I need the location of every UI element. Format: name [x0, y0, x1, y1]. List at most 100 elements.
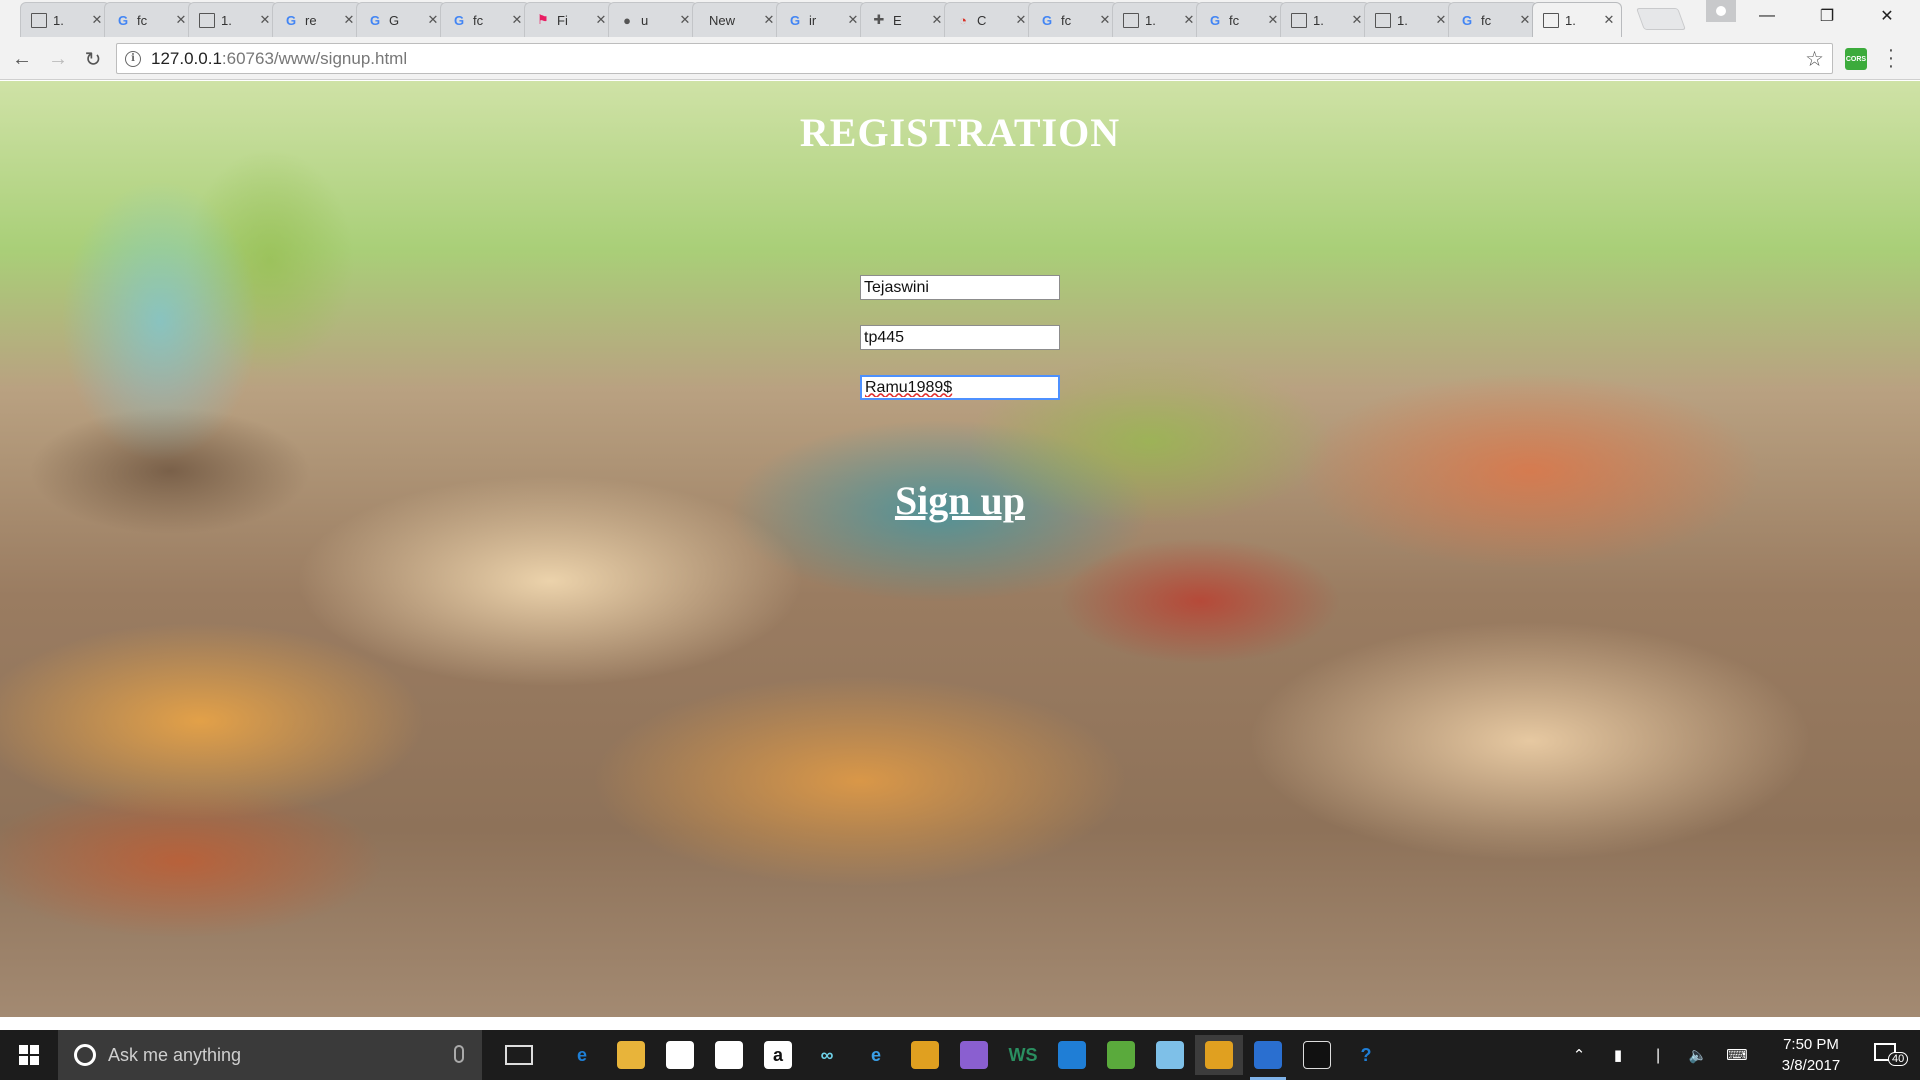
browser-tab[interactable]: 1. ✕ [188, 2, 278, 37]
tab-label: 1. [1397, 12, 1408, 28]
bookmark-star-icon[interactable]: ☆ [1805, 47, 1824, 72]
reload-icon[interactable]: ↻ [79, 45, 107, 73]
tab-close-icon[interactable]: ✕ [1351, 12, 1363, 28]
webstorm-icon[interactable]: WS [999, 1035, 1047, 1075]
username-input[interactable] [860, 325, 1060, 350]
signup-link[interactable]: Sign up [0, 477, 1920, 524]
battery-icon[interactable]: ▮ [1604, 1030, 1632, 1080]
tab-close-icon[interactable]: ✕ [427, 12, 439, 28]
tab-close-icon[interactable]: ✕ [931, 12, 943, 28]
chrome-active-icon[interactable] [1195, 1035, 1243, 1075]
app-active-icon[interactable] [1244, 1035, 1292, 1080]
tab-close-icon[interactable]: ✕ [1519, 12, 1531, 28]
tab-close-icon[interactable]: ✕ [91, 12, 103, 28]
browser-tab[interactable]: 1. ✕ [1280, 2, 1370, 37]
action-center-icon[interactable]: 40 [1868, 1040, 1909, 1070]
new-tab-button[interactable] [1635, 8, 1687, 30]
minimize-button[interactable]: — [1744, 0, 1790, 32]
browser-tab[interactable]: Gfc ✕ [1028, 2, 1118, 37]
store-icon[interactable] [656, 1035, 704, 1075]
tab-close-icon[interactable]: ✕ [511, 12, 523, 28]
browser-tab[interactable]: 1. ✕ [1364, 2, 1454, 37]
tab-close-icon[interactable]: ✕ [847, 12, 859, 28]
internet-explorer-icon[interactable]: e [852, 1035, 900, 1075]
doc-icon [1123, 12, 1139, 28]
tab-close-icon[interactable]: ✕ [1183, 12, 1195, 28]
browser-tab[interactable]: ◔ C ✕ [944, 2, 1034, 37]
wifi-icon[interactable]: ❘ [1644, 1030, 1672, 1080]
keyboard-icon[interactable]: ⌨ [1722, 1030, 1752, 1080]
profile-icon[interactable] [1706, 0, 1736, 22]
browser-tab[interactable]: New ✕ [692, 2, 782, 37]
google-icon: G [1461, 12, 1473, 28]
url-text[interactable]: 127.0.0.1:60763/www/signup.html [151, 49, 407, 69]
tab-label: New [709, 12, 736, 28]
tab-close-icon[interactable]: ✕ [343, 12, 355, 28]
google-icon: G [1041, 12, 1053, 28]
microphone-icon[interactable] [454, 1045, 464, 1063]
github-desktop-icon[interactable] [950, 1035, 998, 1075]
infinity-icon[interactable]: ∞ [803, 1035, 851, 1075]
tab-close-icon[interactable]: ✕ [175, 12, 187, 28]
tab-label: 1. [1313, 12, 1324, 28]
edge-icon[interactable]: e [558, 1035, 606, 1075]
tab-close-icon[interactable]: ✕ [763, 12, 775, 28]
amazon-icon[interactable]: a [754, 1035, 802, 1075]
cortana-search-box[interactable]: Ask me anything [58, 1030, 482, 1080]
address-bar[interactable]: i 127.0.0.1:60763/www/signup.html ☆ [116, 43, 1833, 74]
name-input[interactable] [860, 275, 1060, 300]
tab-close-icon[interactable]: ✕ [679, 12, 691, 28]
browser-tab[interactable]: ● u ✕ [608, 2, 698, 37]
browser-tab[interactable]: Gfc ✕ [440, 2, 530, 37]
browser-tab[interactable]: ⚑ Fi ✕ [524, 2, 614, 37]
chevron-up-icon[interactable]: ⌃ [1566, 1030, 1592, 1080]
file-explorer-icon[interactable] [607, 1035, 655, 1075]
back-icon[interactable]: ← [8, 45, 36, 73]
chrome-icon[interactable] [901, 1035, 949, 1075]
notepad-icon[interactable] [1146, 1035, 1194, 1075]
browser-menu-icon[interactable]: · · · [1886, 40, 1896, 76]
tab-close-icon[interactable]: ✕ [1267, 12, 1279, 28]
dropbox-icon[interactable] [705, 1035, 753, 1075]
start-button[interactable] [0, 1030, 58, 1080]
close-window-button[interactable]: ✕ [1864, 0, 1910, 32]
browser-tab[interactable]: Gre ✕ [272, 2, 362, 37]
visual-studio-code-icon[interactable] [1048, 1035, 1096, 1075]
tab-label: re [305, 12, 317, 28]
visual-studio-code-icon-glyph [1058, 1041, 1086, 1069]
browser-tab[interactable]: 1. ✕ [1532, 2, 1622, 37]
browser-tab[interactable]: G G ✕ [356, 2, 446, 37]
volume-icon[interactable]: 🔈 [1684, 1030, 1712, 1080]
terminal-icon[interactable] [1293, 1035, 1341, 1075]
tab-close-icon[interactable]: ✕ [259, 12, 271, 28]
browser-tab[interactable]: 1. ✕ [20, 2, 110, 37]
clock[interactable]: 7:50 PM 3/8/2017 [1756, 1034, 1866, 1076]
password-input[interactable] [860, 375, 1060, 400]
tab-label: 1. [1565, 12, 1576, 28]
restore-button[interactable]: ❐ [1804, 0, 1850, 32]
help-icon[interactable]: ? [1342, 1035, 1390, 1075]
browser-tab[interactable]: Gfc ✕ [104, 2, 194, 37]
google-icon: G [285, 12, 297, 28]
chrome-icon: ◔ [959, 12, 967, 28]
tab-label: fc [473, 12, 484, 28]
internet-explorer-icon-glyph: e [870, 1044, 881, 1065]
browser-tab[interactable]: Gfc ✕ [1196, 2, 1286, 37]
browser-tab[interactable]: ✚ E ✕ [860, 2, 950, 37]
tab-close-icon[interactable]: ✕ [595, 12, 607, 28]
info-icon[interactable]: i [125, 50, 141, 67]
help-icon-glyph: ? [1360, 1044, 1372, 1065]
browser-tab[interactable]: Gfc ✕ [1448, 2, 1538, 37]
forward-icon[interactable]: → [44, 45, 72, 73]
app-active-icon-glyph [1254, 1041, 1282, 1069]
tab-close-icon[interactable]: ✕ [1435, 12, 1447, 28]
tab-close-icon[interactable]: ✕ [1099, 12, 1111, 28]
browser-tab[interactable]: Gir ✕ [776, 2, 866, 37]
task-view-icon[interactable] [505, 1045, 533, 1065]
notification-count: 40 [1888, 1052, 1909, 1066]
cors-extension-icon[interactable]: CORS [1845, 48, 1867, 70]
tab-close-icon[interactable]: ✕ [1603, 12, 1615, 28]
android-studio-icon[interactable] [1097, 1035, 1145, 1075]
browser-tab[interactable]: 1. ✕ [1112, 2, 1202, 37]
tab-close-icon[interactable]: ✕ [1015, 12, 1027, 28]
